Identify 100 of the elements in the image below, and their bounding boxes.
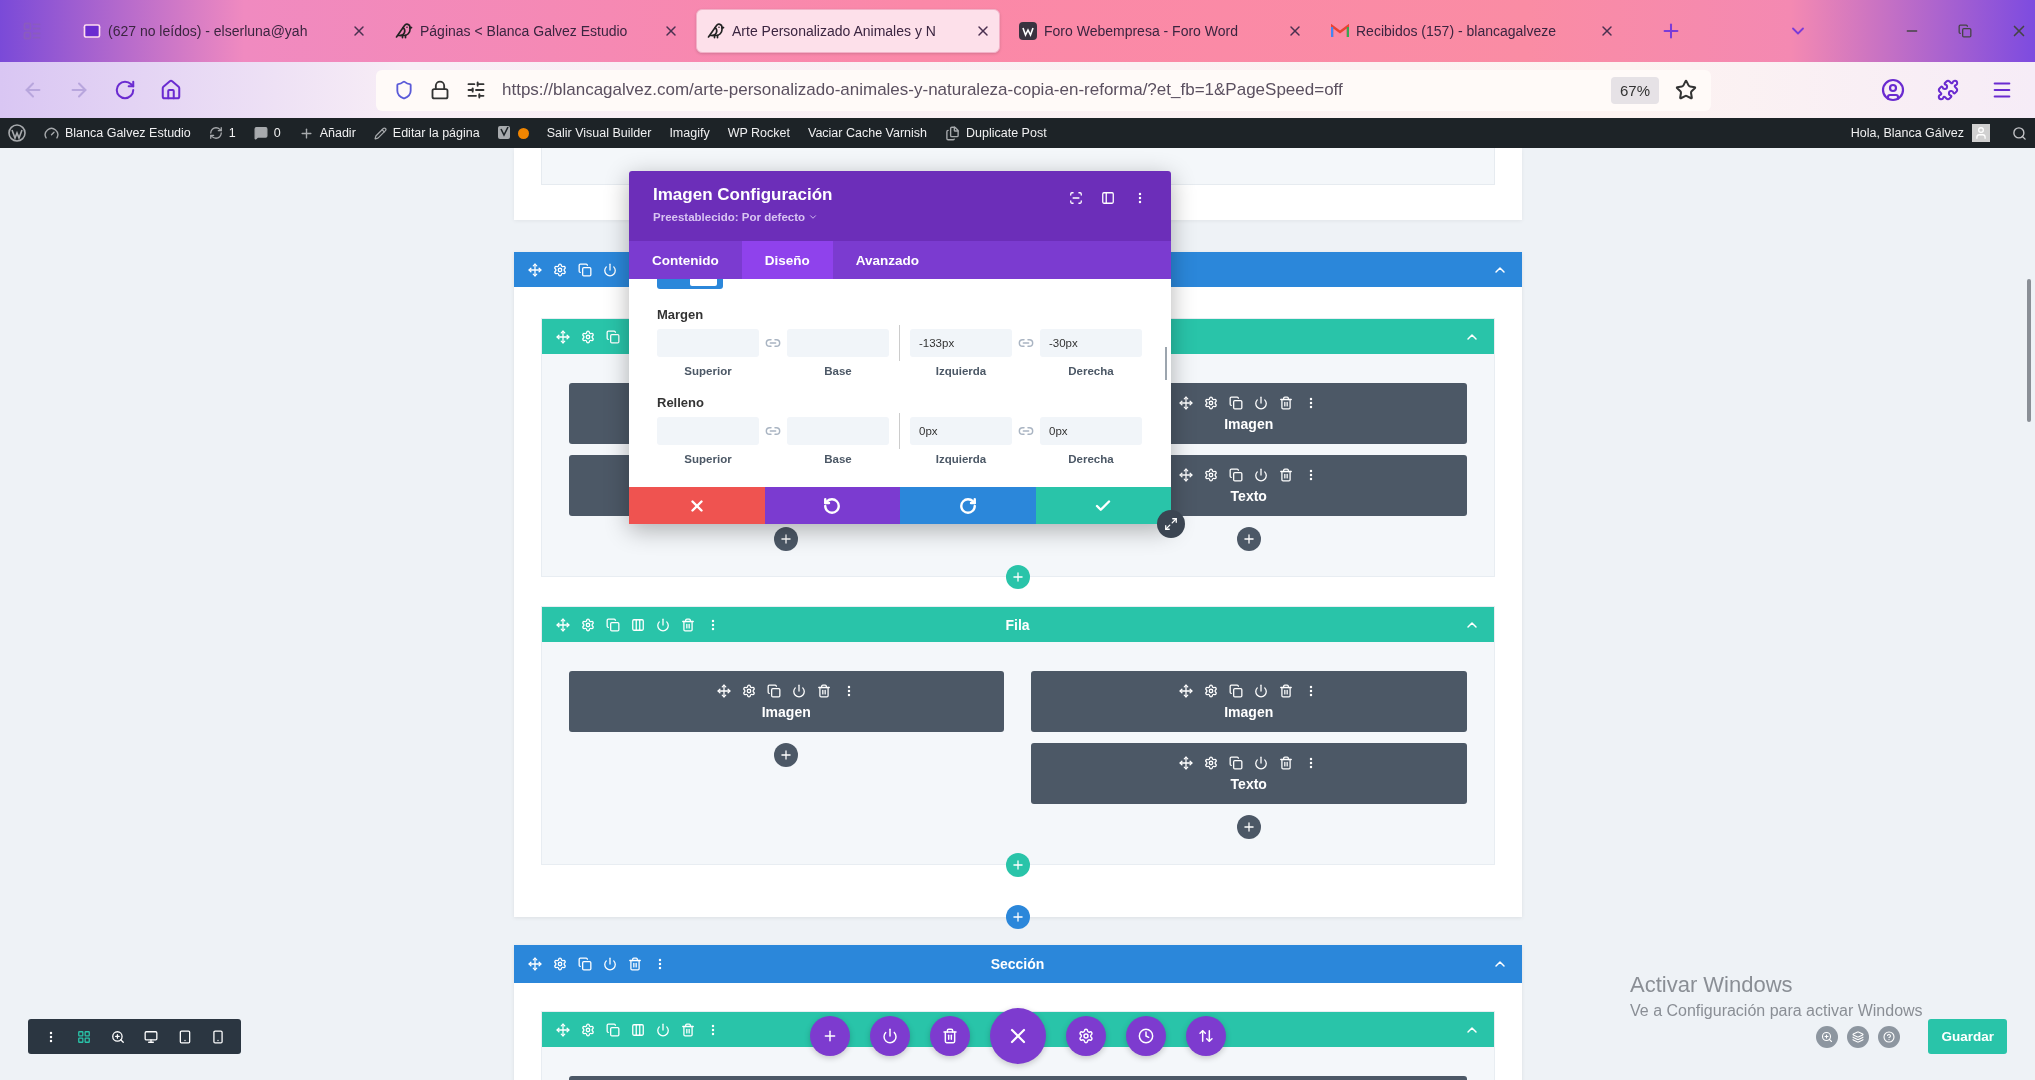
phone-icon[interactable] [211,1029,226,1044]
trash-icon[interactable] [1279,755,1294,770]
browser-tab[interactable]: Arte Personalizado Animales y N [696,9,1000,53]
settings-icon[interactable] [1204,683,1219,698]
duplicate-icon[interactable] [577,262,592,277]
module-block[interactable]: Texto [1031,743,1467,804]
value-field[interactable]: 0px [1040,417,1142,445]
plus-icon[interactable] [298,125,314,141]
puzzle-icon[interactable] [1937,79,1959,101]
undo-button[interactable] [764,487,900,524]
settings-icon[interactable] [741,683,756,698]
add-module-button[interactable] [774,527,799,551]
admin-bar-item[interactable]: Duplicate Post [945,125,1047,141]
wordpress-icon[interactable] [8,124,26,142]
layers-button[interactable] [1847,1025,1870,1048]
section-header[interactable]: Sección [513,945,1522,983]
power-icon[interactable] [1254,467,1269,482]
power-icon[interactable] [602,957,617,971]
refresh-icon[interactable] [208,126,223,140]
pencil-icon[interactable] [373,126,387,140]
value-field[interactable]: -133px [910,329,1012,357]
duplicate-icon[interactable] [766,683,781,698]
reload-icon[interactable] [114,79,136,101]
search-icon[interactable] [2012,125,2027,141]
settings-icon[interactable] [1204,755,1219,770]
plus-icon[interactable] [1241,532,1256,546]
duplicate-icon[interactable] [1229,755,1244,770]
duplicate-icon[interactable] [577,957,592,971]
settings-icon[interactable] [1204,395,1219,410]
admin-bar-item[interactable] [497,125,529,141]
tablet-icon[interactable] [177,1029,192,1044]
desktop-icon[interactable] [144,1029,159,1044]
plus-icon[interactable] [779,748,794,762]
module-block[interactable]: Imagen [568,671,1004,732]
home-icon[interactable] [160,79,182,101]
fullscreen-icon[interactable] [1069,191,1083,205]
trash-icon[interactable] [627,957,642,971]
dashboard-icon[interactable] [44,125,59,141]
move-icon[interactable] [1179,755,1194,770]
trash-icon[interactable] [1279,683,1294,698]
browser-tab[interactable]: (627 no leídos) - elserluna@yah [72,9,376,53]
trash-icon[interactable] [1279,395,1294,410]
close-icon[interactable] [1287,23,1303,39]
duplicate-icon[interactable] [1229,683,1244,698]
trash-icon[interactable] [1279,467,1294,482]
zoom-icon[interactable] [110,1029,125,1044]
zoom-level[interactable]: 67% [1610,76,1659,104]
settings-tab[interactable]: Avanzado [832,241,943,279]
add-module-button[interactable] [1236,527,1261,551]
account-icon[interactable] [1881,78,1905,102]
trash-icon[interactable] [816,683,831,698]
browser-tab[interactable]: Recibidos (157) - blancagalveze [1320,9,1624,53]
admin-bar-item[interactable]: Vaciar Cache Varnish [807,126,927,140]
close-icon[interactable] [975,23,991,39]
module-block[interactable]: Imagen [1031,671,1467,732]
admin-bar-item[interactable]: WP Rocket [727,126,790,140]
plus-icon[interactable] [1241,820,1256,834]
help-button[interactable] [1878,1025,1901,1048]
move-icon[interactable] [716,683,731,698]
move-icon[interactable] [1179,395,1194,410]
add-module-button[interactable] [1236,815,1261,839]
power-icon[interactable] [791,683,806,698]
scrollbar[interactable] [2027,279,2031,422]
seo-icon[interactable] [497,125,512,141]
shield-icon[interactable] [394,80,414,100]
browser-tab[interactable]: Páginas < Blanca Galvez Estudio [384,9,688,53]
comment-icon[interactable] [253,126,268,140]
account-greeting[interactable]: Hola, Blanca Gálvez [1850,126,1964,140]
admin-bar-item[interactable]: Imagify [669,126,710,140]
power-icon[interactable] [1254,395,1269,410]
admin-bar-item[interactable]: Blanca Galvez Estudio [44,125,191,141]
star-icon[interactable] [1675,79,1697,101]
settings-icon[interactable] [466,80,486,100]
wireframe-icon[interactable] [77,1029,92,1044]
browser-tab[interactable]: Foro Webempresa - Foro Word [1008,9,1312,53]
admin-bar-item[interactable]: 0 [253,126,281,140]
preset-selector[interactable]: Preestablecido: Por defecto [653,211,1069,223]
add-module-button[interactable] [774,743,799,767]
admin-bar-item[interactable]: 1 [208,126,236,140]
move-icon[interactable] [1179,467,1194,482]
scrollbar[interactable] [1165,347,1167,380]
value-field[interactable]: 0px [910,417,1012,445]
toggle-switch[interactable] [657,279,723,289]
plus-icon[interactable] [779,532,794,546]
admin-bar-item[interactable]: Añadir [298,125,356,141]
settings-icon[interactable] [1204,467,1219,482]
close-icon[interactable] [663,23,679,39]
admin-bar-item[interactable]: Editar la página [373,126,480,140]
move-icon[interactable] [1179,683,1194,698]
power-icon[interactable] [1254,683,1269,698]
settings-tab[interactable]: Diseño [741,241,833,279]
move-icon[interactable] [527,262,542,277]
close-icon[interactable] [1599,23,1615,39]
admin-bar-item[interactable]: Salir Visual Builder [546,126,652,140]
close-icon[interactable] [351,23,367,39]
lock-icon[interactable] [430,80,450,100]
save-changes-button[interactable] [1035,487,1171,524]
value-field[interactable]: -30px [1040,329,1142,357]
settings-tab[interactable]: Contenido [629,241,742,279]
zoom-button[interactable] [1816,1025,1839,1048]
